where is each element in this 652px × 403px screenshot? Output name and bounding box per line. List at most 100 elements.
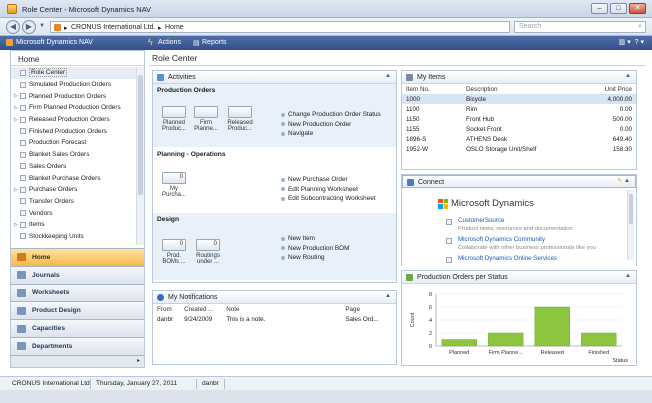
chevron-down-icon[interactable]: ▼: [37, 20, 47, 34]
column-header[interactable]: From: [153, 304, 180, 314]
table-row[interactable]: 1896-S ATHENS Desk 649.40: [402, 134, 636, 144]
column-header[interactable]: Page: [275, 304, 396, 314]
production-orders-section: Production Orders Planned Produc... Firm P…: [153, 84, 396, 148]
tree-item-label: Stockkeeping Units: [29, 232, 84, 240]
collapse-icon[interactable]: ▲: [385, 293, 391, 299]
collapse-icon[interactable]: ▲: [625, 273, 631, 279]
breadcrumb-page[interactable]: Home: [165, 24, 184, 31]
tree-item-label: Simulated Production Orders: [29, 81, 112, 89]
page-icon: [20, 81, 26, 88]
tree-item[interactable]: ▷ Purchase Orders: [11, 184, 137, 196]
tree-item[interactable]: ▷ Released Production Orders: [11, 114, 137, 126]
close-button[interactable]: ✕: [629, 3, 646, 14]
tree-item-label: Finished Production Orders: [29, 127, 107, 135]
connect-link-desc: Product news, resources and documentatio…: [458, 226, 573, 232]
tree-item[interactable]: Sales Orders: [11, 161, 137, 173]
nav-button-worksheets[interactable]: Worksheets: [11, 283, 144, 302]
tree-item[interactable]: Blanket Sales Orders: [11, 149, 137, 161]
tree-item[interactable]: Stockkeeping Units: [11, 231, 137, 243]
tree-item-role-center[interactable]: Role Center: [11, 67, 137, 79]
cue-prod-boms[interactable]: 0 Prod. BOMs ...: [159, 239, 189, 265]
maximize-button[interactable]: □: [610, 3, 627, 14]
connect-link[interactable]: CustomerSource: [458, 217, 504, 224]
column-header[interactable]: Description: [462, 84, 582, 94]
tree-item[interactable]: Production Forecast: [11, 137, 137, 149]
column-header[interactable]: Item No.: [402, 84, 462, 94]
nav-button-capacities[interactable]: Capacities: [11, 319, 144, 337]
tree-item-label: Firm Planned Production Orders: [29, 104, 121, 112]
table-row[interactable]: 1952-W OSLO Storage Unit/Shelf 158.30: [402, 144, 636, 154]
cue-my-purchase[interactable]: 0 My Purcha...: [159, 172, 189, 198]
customize-icon[interactable]: ▥ ▾: [619, 39, 631, 46]
cue-routings[interactable]: 0 Routings under ...: [193, 239, 223, 265]
table-row[interactable]: 1000 Bicycle 4,000.00: [402, 94, 636, 104]
connect-link[interactable]: Microsoft Dynamics Community: [458, 236, 545, 243]
action-link[interactable]: Navigate: [281, 129, 381, 139]
connect-scrollbar[interactable]: [627, 190, 634, 260]
help-button[interactable]: ▥ ▾ ? ▾: [619, 38, 644, 46]
tree-item[interactable]: Finished Production Orders: [11, 125, 137, 137]
back-icon[interactable]: ◀: [6, 20, 20, 34]
cue-firm-planned[interactable]: Firm Planne...: [191, 106, 221, 132]
action-link[interactable]: New Production BOM: [281, 244, 349, 254]
activities-title: Activities: [168, 74, 196, 81]
tree-item[interactable]: Transfer Orders: [11, 196, 137, 208]
collapse-icon[interactable]: ▲: [625, 73, 631, 79]
search-icon[interactable]: ⌕: [638, 23, 642, 31]
table-row[interactable]: 1155 Socket Front 0.00: [402, 124, 636, 134]
action-link[interactable]: Edit Planning Worksheet: [281, 185, 376, 195]
tree-item[interactable]: Vendors: [11, 207, 137, 219]
settings-icon[interactable]: ϟ: [618, 178, 621, 184]
table-row[interactable]: 1100 Rim 0.00: [402, 104, 636, 114]
address-field[interactable]: ▸ CRONUS International Ltd. ▸ Home: [50, 21, 510, 33]
action-link[interactable]: New Item: [281, 234, 349, 244]
cue-label: Purcha...: [161, 192, 186, 198]
page-icon: [20, 198, 26, 205]
chevron-right-icon[interactable]: ▸: [137, 357, 140, 364]
action-link[interactable]: Change Production Order Status: [281, 110, 381, 120]
tree-item[interactable]: ▷ Firm Planned Production Orders: [11, 102, 137, 114]
actions-menu[interactable]: Actions: [158, 39, 181, 46]
action-link[interactable]: New Production Order: [281, 120, 381, 130]
collapse-icon[interactable]: ▲: [624, 178, 630, 184]
forward-icon[interactable]: ▶: [22, 20, 36, 34]
column-header[interactable]: Note: [222, 304, 275, 314]
nav-button-departments[interactable]: Departments: [11, 336, 144, 355]
action-link[interactable]: New Routing: [281, 253, 349, 263]
table-row[interactable]: 1150 Front Hub 500.00: [402, 114, 636, 124]
worksheets-icon: [17, 288, 26, 297]
tree-item-label: Role Center: [29, 68, 68, 78]
connect-icon: [407, 179, 414, 186]
minimize-button[interactable]: –: [591, 3, 608, 14]
tree-item[interactable]: ▷ Planned Production Orders: [11, 90, 137, 102]
action-link[interactable]: Edit Subcontracting Worksheet: [281, 194, 376, 204]
search-input[interactable]: Search ⌕: [514, 21, 646, 33]
collapse-icon[interactable]: ▲: [385, 73, 391, 79]
cue-stack-icon: 0: [162, 239, 186, 251]
scroll-thumb[interactable]: [138, 75, 143, 195]
breadcrumb-company[interactable]: CRONUS International Ltd.: [71, 24, 155, 31]
scroll-thumb[interactable]: [629, 194, 633, 224]
app-menu[interactable]: Microsoft Dynamics NAV: [16, 39, 93, 46]
address-bar: ◀ ▶ ▼ ▸ CRONUS International Ltd. ▸ Home…: [0, 18, 652, 36]
lightning-icon: ϟ: [148, 37, 153, 47]
tree-item[interactable]: ▷ Items: [11, 219, 137, 231]
column-header[interactable]: Unit Price: [582, 84, 636, 94]
notifications-header: My Notifications ▲: [153, 291, 396, 304]
production-actions: Change Production Order Status New Produ…: [281, 110, 381, 139]
nav-button-home[interactable]: Home: [11, 248, 144, 266]
cue-released[interactable]: Released Produc...: [225, 106, 255, 132]
column-header[interactable]: Created ...: [180, 304, 222, 314]
action-link[interactable]: New Purchase Order: [281, 175, 376, 185]
connect-link[interactable]: Microsoft Dynamics Online Services: [458, 255, 557, 262]
nav-scrollbar[interactable]: [136, 67, 144, 245]
nav-button-product-design[interactable]: Product Design: [11, 301, 144, 320]
tree-item[interactable]: Blanket Purchase Orders: [11, 172, 137, 184]
cue-planned[interactable]: Planned Produc...: [159, 106, 189, 132]
product-design-icon: [17, 306, 26, 315]
table-row[interactable]: danbr 9/24/2009 This is a note. Sales Or…: [153, 314, 396, 324]
cue-label: Produc...: [161, 126, 186, 132]
reports-menu[interactable]: Reports: [202, 39, 227, 46]
tree-item[interactable]: Simulated Production Orders: [11, 79, 137, 91]
nav-button-journals[interactable]: Journals: [11, 265, 144, 284]
